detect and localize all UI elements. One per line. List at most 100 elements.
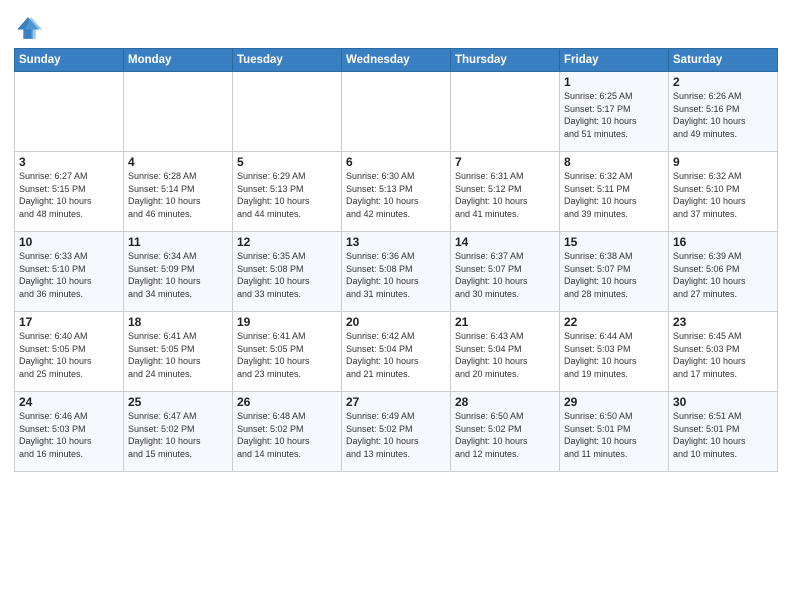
day-number: 26 (237, 395, 337, 409)
day-number: 2 (673, 75, 773, 89)
day-info: Sunrise: 6:48 AM Sunset: 5:02 PM Dayligh… (237, 410, 337, 460)
calendar-header: SundayMondayTuesdayWednesdayThursdayFrid… (15, 49, 778, 72)
logo-icon (14, 14, 42, 42)
day-info: Sunrise: 6:31 AM Sunset: 5:12 PM Dayligh… (455, 170, 555, 220)
calendar-cell: 25Sunrise: 6:47 AM Sunset: 5:02 PM Dayli… (124, 392, 233, 472)
day-number: 4 (128, 155, 228, 169)
day-info: Sunrise: 6:33 AM Sunset: 5:10 PM Dayligh… (19, 250, 119, 300)
calendar-body: 1Sunrise: 6:25 AM Sunset: 5:17 PM Daylig… (15, 72, 778, 472)
day-number: 19 (237, 315, 337, 329)
calendar-cell: 16Sunrise: 6:39 AM Sunset: 5:06 PM Dayli… (669, 232, 778, 312)
day-number: 16 (673, 235, 773, 249)
calendar-cell: 15Sunrise: 6:38 AM Sunset: 5:07 PM Dayli… (560, 232, 669, 312)
calendar-cell: 14Sunrise: 6:37 AM Sunset: 5:07 PM Dayli… (451, 232, 560, 312)
header (14, 10, 778, 42)
calendar-cell: 22Sunrise: 6:44 AM Sunset: 5:03 PM Dayli… (560, 312, 669, 392)
day-number: 23 (673, 315, 773, 329)
day-info: Sunrise: 6:35 AM Sunset: 5:08 PM Dayligh… (237, 250, 337, 300)
day-number: 25 (128, 395, 228, 409)
day-info: Sunrise: 6:51 AM Sunset: 5:01 PM Dayligh… (673, 410, 773, 460)
day-number: 28 (455, 395, 555, 409)
calendar-cell: 29Sunrise: 6:50 AM Sunset: 5:01 PM Dayli… (560, 392, 669, 472)
day-number: 14 (455, 235, 555, 249)
calendar-cell: 11Sunrise: 6:34 AM Sunset: 5:09 PM Dayli… (124, 232, 233, 312)
day-number: 21 (455, 315, 555, 329)
day-info: Sunrise: 6:28 AM Sunset: 5:14 PM Dayligh… (128, 170, 228, 220)
day-info: Sunrise: 6:34 AM Sunset: 5:09 PM Dayligh… (128, 250, 228, 300)
calendar-cell: 28Sunrise: 6:50 AM Sunset: 5:02 PM Dayli… (451, 392, 560, 472)
weekday-header-saturday: Saturday (669, 49, 778, 72)
day-info: Sunrise: 6:32 AM Sunset: 5:10 PM Dayligh… (673, 170, 773, 220)
calendar-cell: 5Sunrise: 6:29 AM Sunset: 5:13 PM Daylig… (233, 152, 342, 232)
day-info: Sunrise: 6:46 AM Sunset: 5:03 PM Dayligh… (19, 410, 119, 460)
calendar-week-4: 17Sunrise: 6:40 AM Sunset: 5:05 PM Dayli… (15, 312, 778, 392)
calendar-cell: 9Sunrise: 6:32 AM Sunset: 5:10 PM Daylig… (669, 152, 778, 232)
day-number: 6 (346, 155, 446, 169)
calendar-cell (342, 72, 451, 152)
day-info: Sunrise: 6:36 AM Sunset: 5:08 PM Dayligh… (346, 250, 446, 300)
calendar-cell: 24Sunrise: 6:46 AM Sunset: 5:03 PM Dayli… (15, 392, 124, 472)
day-number: 5 (237, 155, 337, 169)
day-info: Sunrise: 6:38 AM Sunset: 5:07 PM Dayligh… (564, 250, 664, 300)
day-number: 24 (19, 395, 119, 409)
page-container: SundayMondayTuesdayWednesdayThursdayFrid… (0, 0, 792, 478)
calendar-cell: 1Sunrise: 6:25 AM Sunset: 5:17 PM Daylig… (560, 72, 669, 152)
day-info: Sunrise: 6:42 AM Sunset: 5:04 PM Dayligh… (346, 330, 446, 380)
day-info: Sunrise: 6:44 AM Sunset: 5:03 PM Dayligh… (564, 330, 664, 380)
calendar-cell (124, 72, 233, 152)
day-number: 13 (346, 235, 446, 249)
weekday-header-wednesday: Wednesday (342, 49, 451, 72)
day-info: Sunrise: 6:29 AM Sunset: 5:13 PM Dayligh… (237, 170, 337, 220)
calendar-week-5: 24Sunrise: 6:46 AM Sunset: 5:03 PM Dayli… (15, 392, 778, 472)
calendar-cell: 21Sunrise: 6:43 AM Sunset: 5:04 PM Dayli… (451, 312, 560, 392)
calendar-cell: 17Sunrise: 6:40 AM Sunset: 5:05 PM Dayli… (15, 312, 124, 392)
day-info: Sunrise: 6:39 AM Sunset: 5:06 PM Dayligh… (673, 250, 773, 300)
day-info: Sunrise: 6:43 AM Sunset: 5:04 PM Dayligh… (455, 330, 555, 380)
day-number: 8 (564, 155, 664, 169)
weekday-header-sunday: Sunday (15, 49, 124, 72)
calendar-week-2: 3Sunrise: 6:27 AM Sunset: 5:15 PM Daylig… (15, 152, 778, 232)
weekday-header-friday: Friday (560, 49, 669, 72)
calendar-cell: 3Sunrise: 6:27 AM Sunset: 5:15 PM Daylig… (15, 152, 124, 232)
calendar-cell: 18Sunrise: 6:41 AM Sunset: 5:05 PM Dayli… (124, 312, 233, 392)
day-number: 27 (346, 395, 446, 409)
weekday-header-thursday: Thursday (451, 49, 560, 72)
day-info: Sunrise: 6:50 AM Sunset: 5:01 PM Dayligh… (564, 410, 664, 460)
day-number: 15 (564, 235, 664, 249)
day-number: 20 (346, 315, 446, 329)
day-number: 18 (128, 315, 228, 329)
day-number: 3 (19, 155, 119, 169)
day-number: 12 (237, 235, 337, 249)
day-number: 29 (564, 395, 664, 409)
weekday-header-tuesday: Tuesday (233, 49, 342, 72)
calendar-cell: 12Sunrise: 6:35 AM Sunset: 5:08 PM Dayli… (233, 232, 342, 312)
day-info: Sunrise: 6:47 AM Sunset: 5:02 PM Dayligh… (128, 410, 228, 460)
day-number: 22 (564, 315, 664, 329)
logo (14, 14, 46, 42)
day-number: 30 (673, 395, 773, 409)
weekday-header-monday: Monday (124, 49, 233, 72)
calendar-cell (451, 72, 560, 152)
calendar-cell: 19Sunrise: 6:41 AM Sunset: 5:05 PM Dayli… (233, 312, 342, 392)
calendar-cell: 30Sunrise: 6:51 AM Sunset: 5:01 PM Dayli… (669, 392, 778, 472)
weekday-header-row: SundayMondayTuesdayWednesdayThursdayFrid… (15, 49, 778, 72)
calendar-cell: 20Sunrise: 6:42 AM Sunset: 5:04 PM Dayli… (342, 312, 451, 392)
calendar-week-3: 10Sunrise: 6:33 AM Sunset: 5:10 PM Dayli… (15, 232, 778, 312)
calendar-cell (233, 72, 342, 152)
day-info: Sunrise: 6:27 AM Sunset: 5:15 PM Dayligh… (19, 170, 119, 220)
calendar-table: SundayMondayTuesdayWednesdayThursdayFrid… (14, 48, 778, 472)
calendar-cell: 8Sunrise: 6:32 AM Sunset: 5:11 PM Daylig… (560, 152, 669, 232)
day-number: 1 (564, 75, 664, 89)
day-info: Sunrise: 6:30 AM Sunset: 5:13 PM Dayligh… (346, 170, 446, 220)
day-info: Sunrise: 6:41 AM Sunset: 5:05 PM Dayligh… (128, 330, 228, 380)
day-number: 11 (128, 235, 228, 249)
day-info: Sunrise: 6:50 AM Sunset: 5:02 PM Dayligh… (455, 410, 555, 460)
calendar-week-1: 1Sunrise: 6:25 AM Sunset: 5:17 PM Daylig… (15, 72, 778, 152)
day-number: 7 (455, 155, 555, 169)
day-info: Sunrise: 6:49 AM Sunset: 5:02 PM Dayligh… (346, 410, 446, 460)
day-info: Sunrise: 6:37 AM Sunset: 5:07 PM Dayligh… (455, 250, 555, 300)
calendar-cell: 7Sunrise: 6:31 AM Sunset: 5:12 PM Daylig… (451, 152, 560, 232)
calendar-cell: 23Sunrise: 6:45 AM Sunset: 5:03 PM Dayli… (669, 312, 778, 392)
calendar-cell: 4Sunrise: 6:28 AM Sunset: 5:14 PM Daylig… (124, 152, 233, 232)
calendar-cell: 26Sunrise: 6:48 AM Sunset: 5:02 PM Dayli… (233, 392, 342, 472)
